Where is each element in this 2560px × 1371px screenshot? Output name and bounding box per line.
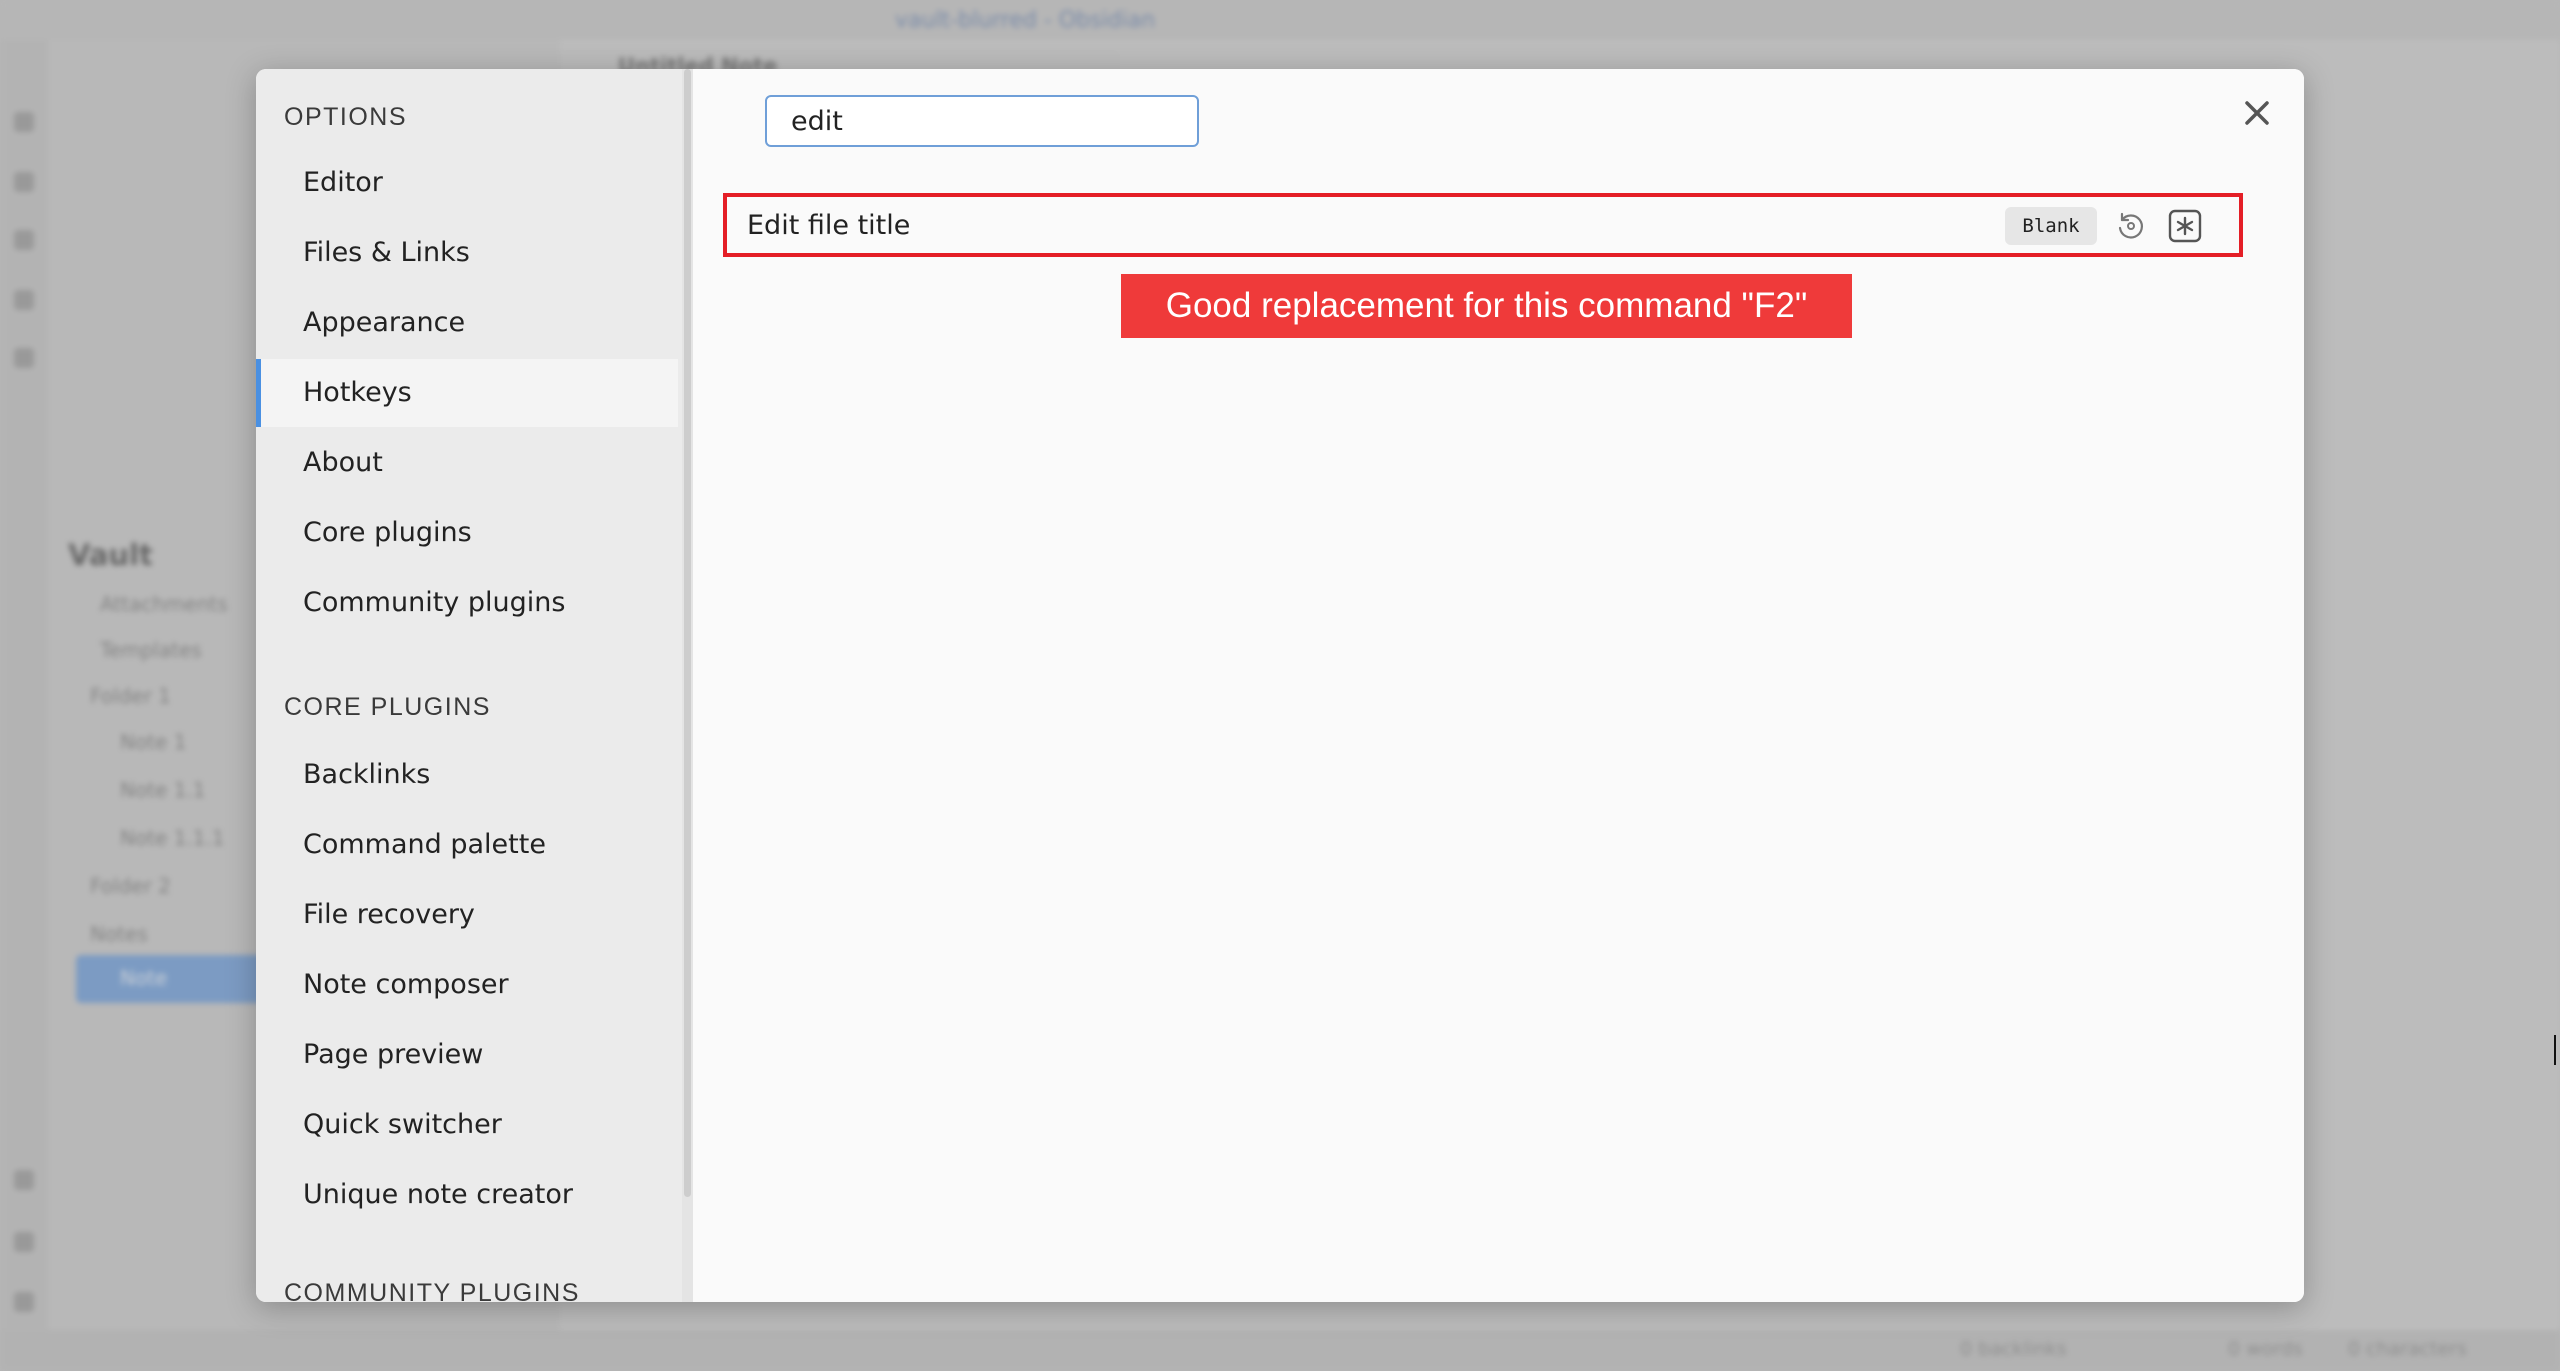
nav-item-label: Hotkeys [303,377,412,408]
restore-default-button[interactable] [2113,208,2149,244]
add-hotkey-icon [2168,209,2202,243]
nav-item-label: Unique note creator [303,1179,573,1210]
hotkey-search-input[interactable] [765,95,1199,147]
hotkey-row: Edit file title Blank [723,193,2243,257]
nav-item-label: File recovery [303,899,475,930]
nav-item-editor[interactable]: Editor [256,149,678,217]
settings-modal: OPTIONS Editor Files & Links Appearance … [256,69,2304,1302]
nav-item-about[interactable]: About [256,429,678,497]
nav-item-note-composer[interactable]: Note composer [256,951,678,1019]
nav-item-label: Command palette [303,829,546,860]
nav-item-label: Community plugins [303,587,566,618]
settings-sidebar: OPTIONS Editor Files & Links Appearance … [256,69,693,1302]
nav-item-core-plugins[interactable]: Core plugins [256,499,678,567]
nav-item-label: Files & Links [303,237,470,268]
nav-item-label: Quick switcher [303,1109,502,1140]
hotkeys-panel: Edit file title Blank Good replacement f… [693,69,2304,1302]
hotkey-binding-badge: Blank [2005,207,2097,245]
add-hotkey-button[interactable] [2167,208,2203,244]
annotation-callout: Good replacement for this command "F2" [1121,274,1852,338]
nav-item-hotkeys[interactable]: Hotkeys [256,359,678,427]
close-icon [2245,101,2269,125]
nav-item-file-recovery[interactable]: File recovery [256,881,678,949]
options-heading: OPTIONS [284,103,408,131]
close-button[interactable] [2235,91,2279,135]
nav-item-label: Note composer [303,969,509,1000]
nav-item-files-links[interactable]: Files & Links [256,219,678,287]
nav-item-appearance[interactable]: Appearance [256,289,678,357]
nav-item-label: Appearance [303,307,466,338]
nav-item-label: Backlinks [303,759,431,790]
core-plugins-heading: CORE PLUGINS [284,693,491,721]
sidebar-scrollbar-thumb[interactable] [684,69,691,1197]
nav-item-label: Core plugins [303,517,472,548]
nav-item-backlinks[interactable]: Backlinks [256,741,678,809]
nav-item-community-plugins[interactable]: Community plugins [256,569,678,637]
mouse-cursor-icon [2554,1035,2560,1065]
restore-default-icon [2118,212,2143,239]
nav-item-label: Editor [303,167,383,198]
nav-item-command-palette[interactable]: Command palette [256,811,678,879]
nav-item-unique-note-creator[interactable]: Unique note creator [256,1161,678,1229]
hotkey-command-name: Edit file title [747,210,911,241]
community-plugins-heading: COMMUNITY PLUGINS [284,1279,580,1302]
nav-item-label: Page preview [303,1039,484,1070]
nav-item-page-preview[interactable]: Page preview [256,1021,678,1089]
nav-item-label: About [303,447,383,478]
nav-item-quick-switcher[interactable]: Quick switcher [256,1091,678,1159]
